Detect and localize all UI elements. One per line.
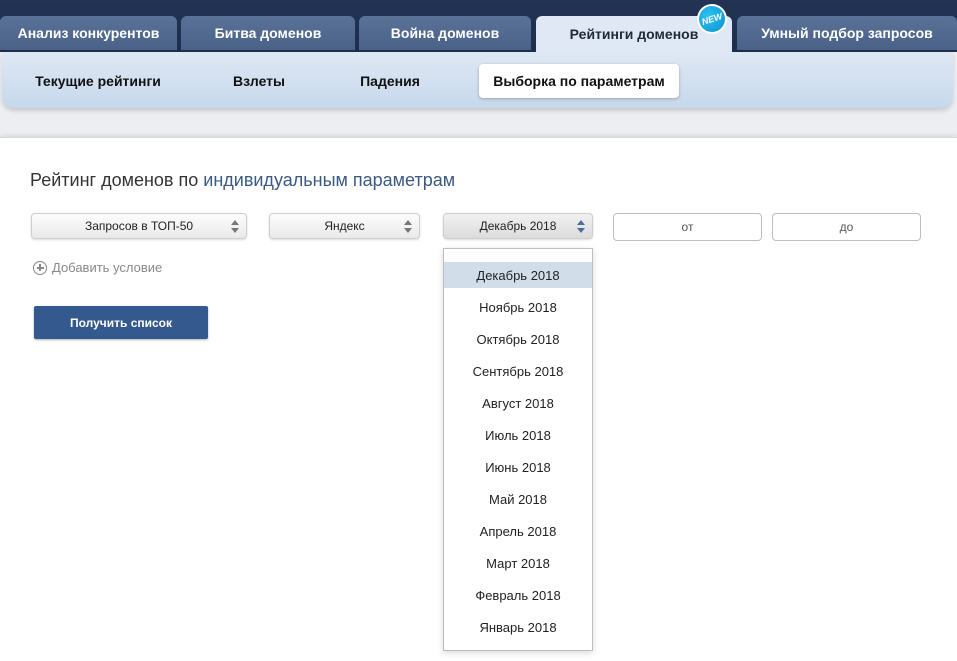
month-select-value: Декабрь 2018 <box>479 219 557 233</box>
month-option[interactable]: Сентябрь 2018 <box>444 358 592 384</box>
tab-smart-query-selection[interactable]: Умный подбор запросов <box>737 16 957 50</box>
month-option[interactable]: Ноябрь 2018 <box>444 294 592 320</box>
month-option[interactable]: Февраль 2018 <box>444 582 592 608</box>
to-input[interactable] <box>772 213 921 241</box>
metric-select[interactable]: Запросов в ТОП-50 <box>31 213 247 239</box>
add-condition-label: Добавить условие <box>52 260 163 275</box>
subtab-current-ratings[interactable]: Текущие рейтинги <box>20 64 176 98</box>
month-dropdown: Декабрь 2018 Ноябрь 2018 Октябрь 2018 Се… <box>443 248 593 651</box>
month-option[interactable]: Октябрь 2018 <box>444 326 592 352</box>
select-arrows-icon <box>231 219 239 235</box>
metric-select-value: Запросов в ТОП-50 <box>84 219 194 233</box>
month-option[interactable]: Январь 2018 <box>444 614 592 640</box>
subtab-parameter-selection[interactable]: Выборка по параметрам <box>479 64 679 98</box>
plus-circle-icon <box>33 260 47 275</box>
tab-domain-battle[interactable]: Битва доменов <box>181 16 355 50</box>
tab-domain-war[interactable]: Война доменов <box>359 16 531 50</box>
tab-competitor-analysis[interactable]: Анализ конкурентов <box>0 16 177 50</box>
month-option[interactable]: Август 2018 <box>444 390 592 416</box>
month-option[interactable]: Июнь 2018 <box>444 454 592 480</box>
month-option[interactable]: Апрель 2018 <box>444 518 592 544</box>
month-option[interactable]: Декабрь 2018 <box>444 262 592 288</box>
add-condition-link[interactable]: Добавить условие <box>33 260 162 275</box>
get-list-button[interactable]: Получить список <box>34 306 208 339</box>
select-arrows-icon <box>404 219 412 235</box>
top-navigation-bar: Анализ конкурентов Битва доменов Война д… <box>0 0 957 52</box>
page-title-prefix: Рейтинг доменов по <box>30 170 204 190</box>
month-select[interactable]: Декабрь 2018 <box>443 213 593 239</box>
subtab-rises[interactable]: Взлеты <box>212 64 306 98</box>
subtab-bar: Текущие рейтинги Взлеты Падения Выборка … <box>2 52 953 108</box>
month-option[interactable]: Июль 2018 <box>444 422 592 448</box>
search-engine-select-value: Яндекс <box>324 219 365 233</box>
month-option[interactable]: Май 2018 <box>444 486 592 512</box>
page-title: Рейтинг доменов по индивидуальным параме… <box>30 170 455 191</box>
page-title-highlight: индивидуальным параметрам <box>203 170 456 190</box>
search-engine-select[interactable]: Яндекс <box>269 213 420 239</box>
select-arrows-icon <box>577 219 585 235</box>
month-option[interactable]: Март 2018 <box>444 550 592 576</box>
from-input[interactable] <box>613 213 762 241</box>
subtab-falls[interactable]: Падения <box>346 64 434 98</box>
